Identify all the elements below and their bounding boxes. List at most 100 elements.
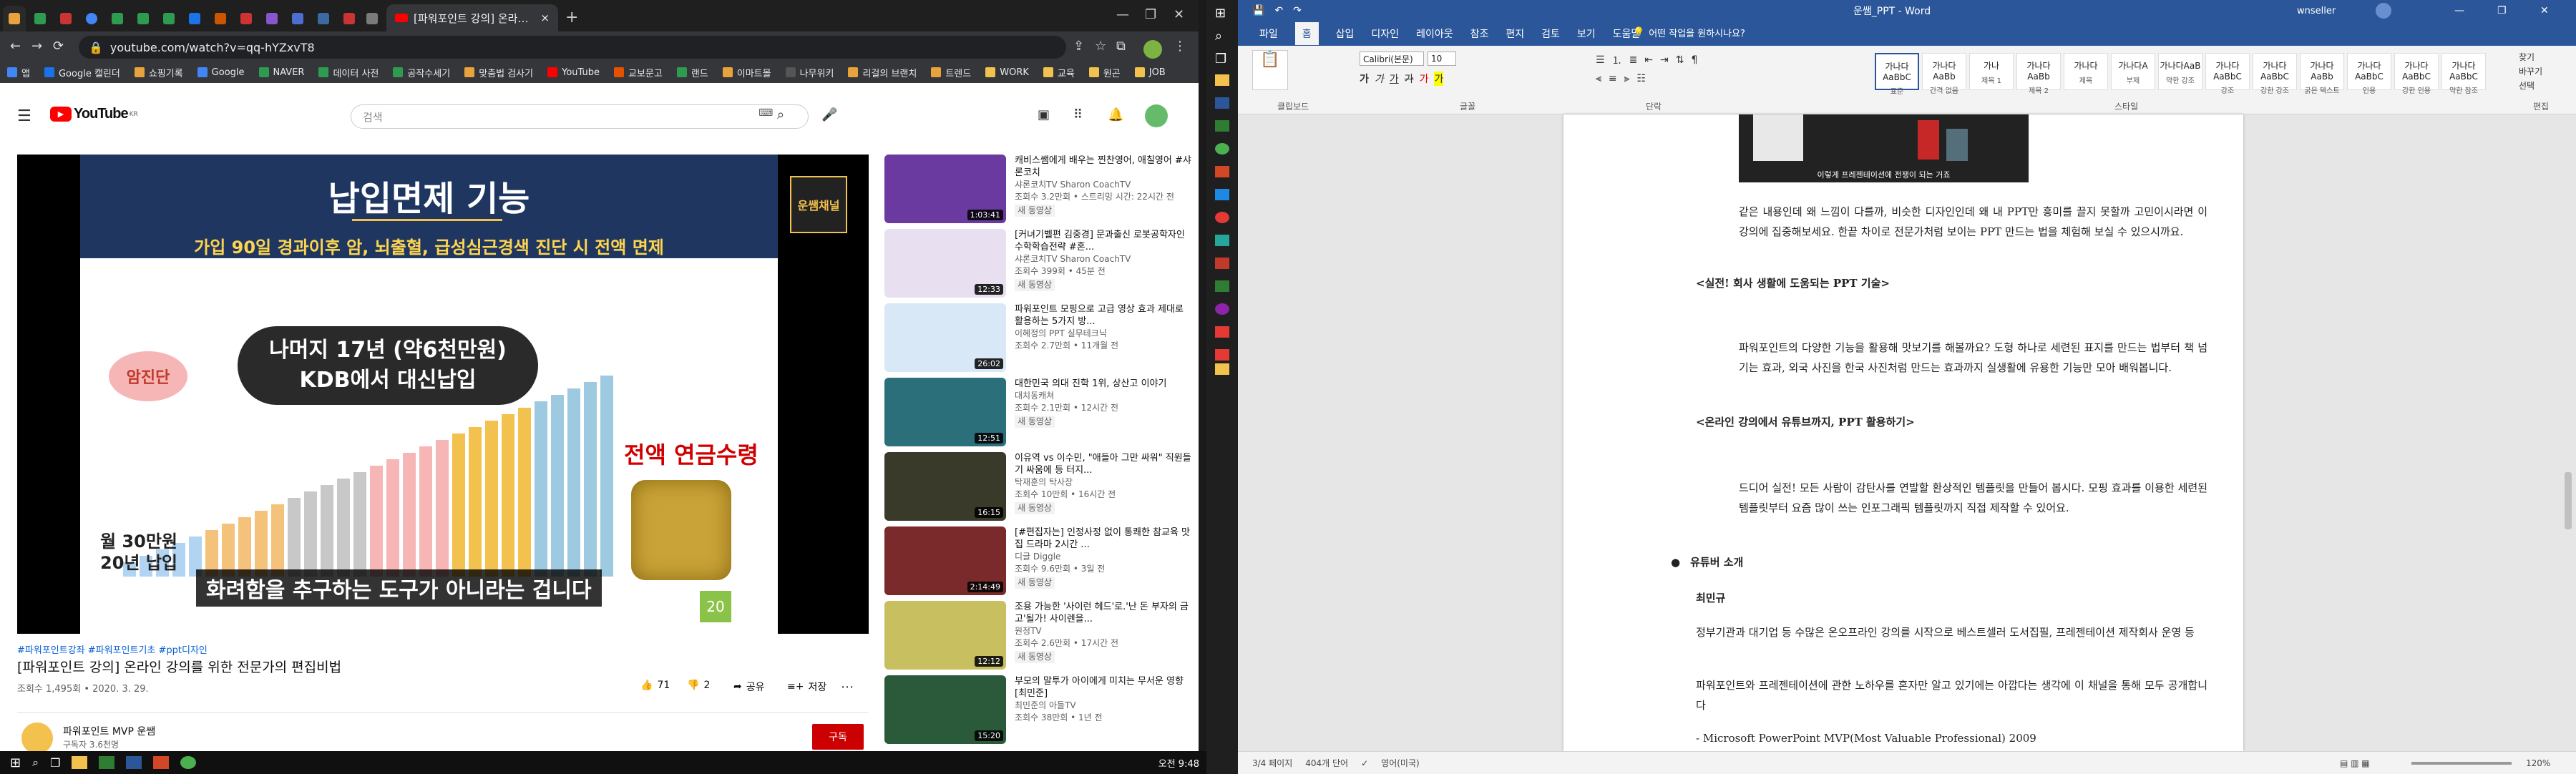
- app-icon[interactable]: [1215, 303, 1229, 315]
- taskbar-clock[interactable]: 오전 9:48: [1158, 756, 1199, 770]
- close-window-icon[interactable]: ✕: [1174, 7, 1184, 22]
- save-icon[interactable]: 💾: [1252, 5, 1264, 16]
- video-thumbnail[interactable]: 16:15: [884, 452, 1006, 521]
- bookmark-item[interactable]: 데이터 사전: [318, 66, 379, 79]
- style-option[interactable]: 가나다AaBbC 강한 인용: [2394, 53, 2439, 95]
- tab-active[interactable]: [파워포인트 강의] 온라인 강의를 위한 전문가의 편집비법 ×: [386, 4, 558, 31]
- style-option[interactable]: 가나다AaBb 간격 없음: [1922, 53, 1966, 95]
- multilevel-icon[interactable]: ≣: [1629, 54, 1638, 66]
- tab-pinned[interactable]: [29, 6, 52, 31]
- app-icon[interactable]: [1215, 349, 1229, 361]
- reload-icon[interactable]: ⟳: [53, 39, 64, 54]
- zoom-level[interactable]: 120%: [2526, 758, 2550, 768]
- tab-pinned[interactable]: [235, 6, 258, 31]
- word-count[interactable]: 404개 단어: [1305, 757, 1348, 769]
- style-option[interactable]: 가나다AaBb 굵은 텍스트: [2300, 53, 2344, 95]
- excel-icon[interactable]: [99, 756, 115, 769]
- extensions-icon[interactable]: ⧉: [1116, 39, 1126, 54]
- app-icon[interactable]: [1215, 235, 1229, 246]
- windows-start-icon[interactable]: ⊞: [10, 755, 21, 770]
- align-center-icon[interactable]: ≡: [1609, 73, 1617, 84]
- style-option[interactable]: 가나다AaBb 제목 2: [2016, 53, 2061, 95]
- bookmark-item[interactable]: 교육: [1043, 66, 1075, 79]
- font-name-select[interactable]: Calibri(본문): [1360, 52, 1424, 66]
- align-right-icon[interactable]: ⫸: [1624, 73, 1630, 84]
- powerpoint-icon[interactable]: [1215, 166, 1229, 177]
- bookmark-item[interactable]: 이마트몰: [722, 66, 771, 79]
- more-menu-icon[interactable]: ⋮: [1174, 39, 1186, 54]
- bookmark-item[interactable]: 트렌드: [931, 66, 971, 79]
- recommended-video[interactable]: 12:12 조용 가능한 '사이런 헤드'로.'난 돈 부자의 금고'될가! 사이…: [884, 601, 1192, 672]
- bookmark-item[interactable]: 랜드: [676, 66, 708, 79]
- minimize-icon[interactable]: —: [2454, 5, 2464, 16]
- notifications-icon[interactable]: 🔔: [1108, 107, 1123, 122]
- tab-pinned[interactable]: [80, 6, 103, 31]
- video-thumbnail[interactable]: 26:02: [884, 303, 1006, 372]
- search-icon[interactable]: ⌕: [777, 107, 784, 122]
- share-button[interactable]: ➦ 공유: [733, 680, 765, 694]
- bookmark-item[interactable]: 앱: [7, 66, 30, 79]
- increase-indent-icon[interactable]: ⇥: [1660, 54, 1669, 66]
- font-size-select[interactable]: 10: [1428, 52, 1456, 66]
- video-thumbnail[interactable]: 1:03:41: [884, 155, 1006, 223]
- app-icon[interactable]: [1215, 189, 1229, 200]
- tab-pinned[interactable]: [54, 6, 77, 31]
- video-player[interactable]: 납입면제 기능 가입 90일 경과이후 암, 뇌출혈, 급성심근경색 진단 시 …: [17, 155, 869, 634]
- video-thumbnail[interactable]: 15:20: [884, 675, 1006, 744]
- redo-icon[interactable]: ↷: [1293, 5, 1302, 16]
- document-page[interactable]: 이렇게 프레젠테이션에 전쟁이 되는 거죠 같은 내용인데 왜 느낌이 다를까,…: [1563, 114, 2243, 751]
- undo-icon[interactable]: ↶: [1274, 5, 1283, 16]
- recommended-video[interactable]: 2:14:49 [#편집자는] 인정사정 없이 통쾌한 참교육 맛집 드라마 2시…: [884, 526, 1192, 598]
- ribbon-tab[interactable]: 편지: [1506, 26, 1524, 41]
- tab-pinned[interactable]: [157, 6, 180, 31]
- powerpoint-icon[interactable]: [153, 756, 170, 769]
- chrome-icon[interactable]: [1215, 143, 1229, 155]
- language[interactable]: 영어(미국): [1381, 757, 1420, 769]
- highlight-icon[interactable]: 가: [1434, 72, 1444, 86]
- show-marks-icon[interactable]: ¶: [1692, 54, 1698, 66]
- ribbon-tab[interactable]: 디자인: [1371, 26, 1399, 41]
- ribbon-tab[interactable]: 보기: [1577, 26, 1596, 41]
- hashtags[interactable]: #파워포인트강좌 #파워포인트기초 #ppt디자인: [17, 642, 208, 656]
- style-option[interactable]: 가나다A 부제: [2111, 53, 2155, 90]
- subscribe-button[interactable]: 구독: [812, 724, 864, 750]
- create-video-icon[interactable]: ▣: [1038, 107, 1050, 122]
- tab-pinned[interactable]: [106, 6, 129, 31]
- video-thumbnail[interactable]: 12:33: [884, 229, 1006, 298]
- ribbon-tab[interactable]: 레이아웃: [1416, 26, 1453, 41]
- tab-pinned[interactable]: [312, 6, 335, 31]
- find-button[interactable]: 찾기: [2519, 50, 2542, 64]
- keyboard-icon[interactable]: ⌨: [758, 107, 773, 119]
- bookmark-item[interactable]: 원곤: [1088, 66, 1121, 79]
- font-color-icon[interactable]: 가: [1420, 72, 1429, 86]
- forward-icon[interactable]: →: [31, 39, 42, 54]
- justify-icon[interactable]: ☷: [1637, 73, 1646, 84]
- hamburger-menu-icon[interactable]: ☰: [17, 107, 31, 125]
- sort-icon[interactable]: ⇅: [1676, 54, 1684, 66]
- style-option[interactable]: 가나다AaBbC 강조: [2205, 53, 2250, 95]
- decrease-indent-icon[interactable]: ⇤: [1644, 54, 1653, 66]
- italic-icon[interactable]: 가: [1375, 72, 1384, 86]
- paste-button[interactable]: 📋: [1252, 50, 1288, 90]
- ribbon-tab[interactable]: 삽입: [1336, 26, 1355, 41]
- app-icon[interactable]: [1215, 212, 1229, 223]
- word-icon[interactable]: [126, 756, 142, 769]
- more-actions-icon[interactable]: ⋯: [841, 680, 854, 695]
- bookmark-item[interactable]: 공작수세기: [393, 66, 450, 79]
- new-tab-button[interactable]: +: [565, 9, 578, 26]
- channel-avatar[interactable]: [21, 722, 53, 754]
- bookmark-item[interactable]: 나무위키: [785, 66, 834, 79]
- zoom-slider[interactable]: [2411, 762, 2512, 765]
- apps-grid-icon[interactable]: ⠿: [1073, 107, 1083, 122]
- tab-pinned[interactable]: [209, 6, 232, 31]
- profile-avatar[interactable]: [1143, 40, 1162, 59]
- app-icon[interactable]: [1215, 326, 1229, 338]
- view-buttons[interactable]: ▤ ▥ ▦: [2340, 758, 2370, 768]
- tab-pinned[interactable]: [183, 6, 206, 31]
- bookmark-item[interactable]: 맞춤법 검사기: [464, 66, 533, 79]
- bookmark-item[interactable]: NAVER: [258, 67, 304, 78]
- file-explorer-icon[interactable]: [72, 756, 88, 769]
- bookmark-item[interactable]: WORK: [985, 67, 1029, 78]
- app-icon[interactable]: [1215, 258, 1229, 269]
- recommended-video[interactable]: 15:20 부모의 말투가 아이에게 미치는 무서운 영향 [최민준] 최민준의 아…: [884, 675, 1192, 747]
